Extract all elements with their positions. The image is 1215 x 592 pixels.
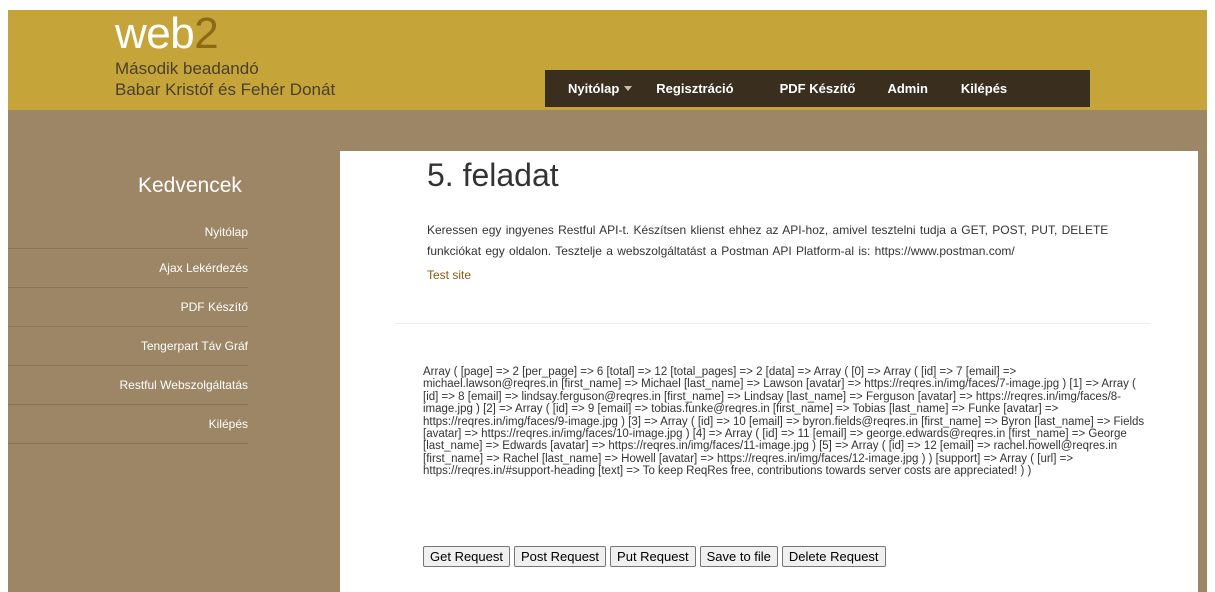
page-title: 5. feladat <box>427 157 559 193</box>
site-header: web2 Második beadandó Babar Kristóf és F… <box>8 10 1207 110</box>
nav-item-nyitolap[interactable]: Nyitólap <box>568 81 633 96</box>
logo-main: web <box>115 9 195 58</box>
nav-item-label: Kilépés <box>960 81 1008 96</box>
delete-request-button[interactable]: Delete Request <box>781 546 886 567</box>
sidebar-menu: Nyitólap Ajax Lekérdezés PDF Készítő Ten… <box>8 225 248 444</box>
post-request-button[interactable]: Post Request <box>514 546 607 567</box>
nav-item-label: Regisztráció <box>656 81 734 96</box>
sidebar-item-restful-webszolgaltatas[interactable]: Restful Webszolgáltatás <box>8 366 248 405</box>
sidebar-title: Kedvencek <box>138 174 242 197</box>
site-logo[interactable]: web2 <box>115 12 219 56</box>
nav-item-regisztracio[interactable]: Regisztráció <box>656 81 733 96</box>
put-request-button[interactable]: Put Request <box>610 546 696 567</box>
nav-item-kilepes[interactable]: Kilépés <box>961 81 1007 96</box>
nav-item-label: PDF Készítő <box>779 81 856 96</box>
divider <box>395 323 1150 324</box>
nav-item-label: Nyitólap <box>568 81 620 96</box>
site-subtitle-line2: Babar Kristóf és Fehér Donát <box>115 80 336 99</box>
test-site-link[interactable]: Test site <box>427 268 471 282</box>
save-to-file-button[interactable]: Save to file <box>699 546 778 567</box>
api-response-output: Array ( [page] => 2 [per_page] => 6 [tot… <box>423 366 1145 478</box>
main-nav: Nyitólap Regisztráció PDF Készítő Admin … <box>545 70 1090 107</box>
sidebar-item-kilepes[interactable]: Kilépés <box>8 405 248 444</box>
main-content: 5. feladat Keressen egy ingyenes Restful… <box>340 151 1198 592</box>
page-frame: web2 Második beadandó Babar Kristóf és F… <box>8 10 1207 592</box>
nav-item-pdf-keszito[interactable]: PDF Készítő <box>780 81 856 96</box>
nav-item-label: Admin <box>887 81 928 96</box>
sidebar-item-pdf-keszito[interactable]: PDF Készítő <box>8 288 248 327</box>
sidebar-item-tengerpart-tav-graf[interactable]: Tengerpart Táv Gráf <box>8 327 248 366</box>
get-request-button[interactable]: Get Request <box>423 546 510 567</box>
site-subtitle-line1: Második beadandó <box>115 59 259 78</box>
sidebar-item-ajax-lekerdezes[interactable]: Ajax Lekérdezés <box>8 249 248 288</box>
caret-down-icon <box>624 86 633 91</box>
logo-accent: 2 <box>194 9 219 58</box>
task-description: Keressen egy ingyenes Restful API-t. Kés… <box>427 223 1109 258</box>
nav-item-admin[interactable]: Admin <box>887 81 927 96</box>
request-buttons: Get Request Post Request Put Request Sav… <box>423 546 890 567</box>
sidebar-item-nyitolap[interactable]: Nyitólap <box>8 225 248 249</box>
